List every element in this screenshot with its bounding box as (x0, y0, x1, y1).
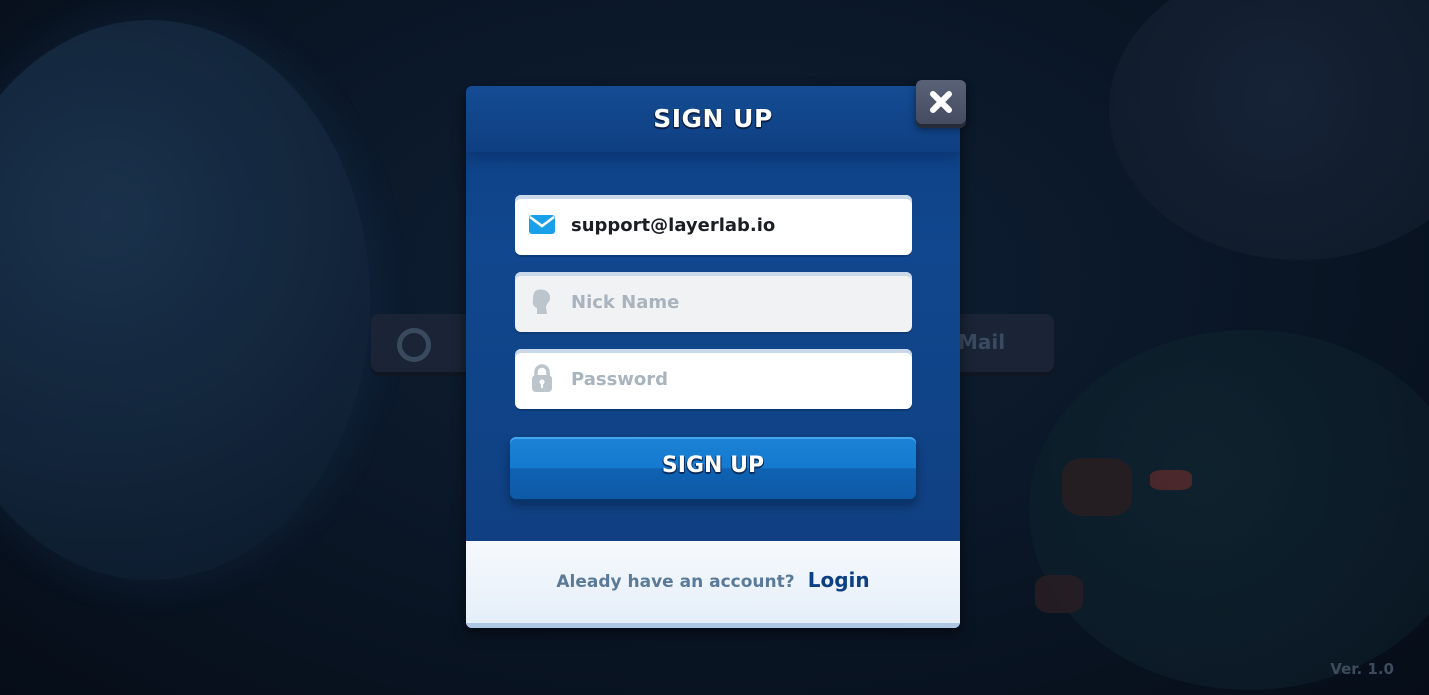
dialog-title: SIGN UP (653, 104, 773, 133)
nickname-field[interactable] (515, 272, 912, 332)
google-icon (397, 328, 431, 362)
background-google-login-button (371, 314, 481, 376)
mail-icon (529, 215, 555, 234)
background-planet (1109, 0, 1429, 260)
signup-button[interactable]: SIGN UP (510, 437, 916, 499)
email-field[interactable] (515, 195, 912, 255)
footer-row: Aleady have an account? Login (466, 568, 960, 592)
close-button[interactable] (916, 80, 966, 124)
background-rock (1035, 575, 1083, 613)
dialog-footer: Aleady have an account? Login (466, 541, 960, 628)
signup-button-label: SIGN UP (661, 453, 765, 478)
background-mail-label: Mail (958, 330, 1006, 354)
email-input[interactable] (571, 205, 891, 245)
password-field[interactable] (515, 349, 912, 409)
background-rock (1062, 458, 1132, 516)
lock-icon (532, 364, 552, 392)
footer-prompt: Aleady have an account? (556, 572, 795, 592)
nickname-input[interactable] (571, 282, 891, 322)
signup-dialog: SIGN UP SIGN UP Aleady have an account? … (466, 86, 960, 628)
background-rock (1150, 470, 1192, 490)
user-silhouette-icon (532, 289, 551, 314)
password-input[interactable] (571, 359, 891, 399)
version-label: Ver. 1.0 (1330, 660, 1394, 678)
dialog-header: SIGN UP (466, 86, 960, 152)
background-mail-login-button: Mail (944, 314, 1054, 376)
close-icon (930, 91, 952, 113)
background-planet (0, 20, 370, 580)
login-link[interactable]: Login (808, 568, 870, 592)
